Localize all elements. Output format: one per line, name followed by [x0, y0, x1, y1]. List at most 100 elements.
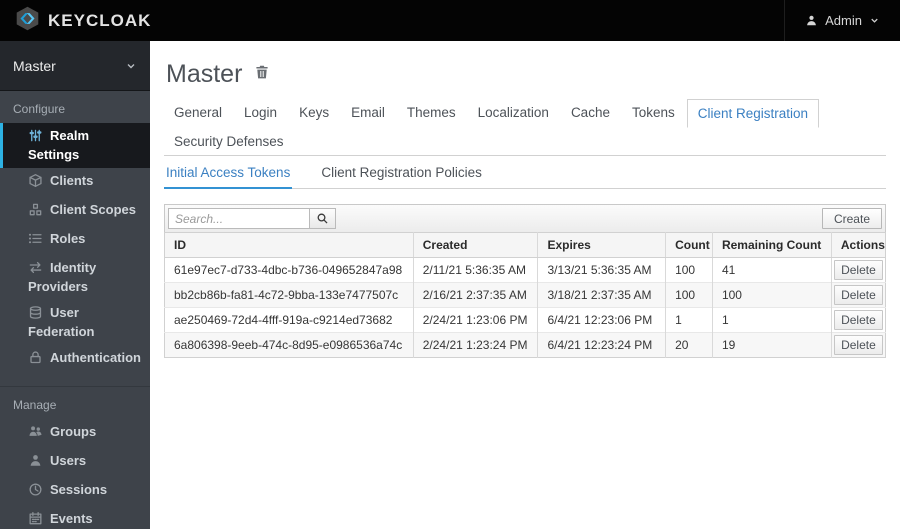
tab-email[interactable]: Email [341, 99, 395, 128]
sidebar-item-label: Sessions [50, 482, 108, 497]
sliders-icon [28, 128, 44, 147]
column-header-actions: Actions [830, 232, 886, 258]
cell-actions: Delete [830, 257, 886, 283]
cell-actions: Delete [830, 332, 886, 358]
sidebar-item-label: Clients [50, 173, 94, 188]
sidebar-item-events[interactable]: Events [0, 506, 150, 529]
tab-security-defenses[interactable]: Security Defenses [164, 128, 294, 155]
cell-expires: 3/13/21 5:36:35 AM [537, 257, 666, 283]
cell-remaining: 100 [711, 282, 832, 308]
search-icon [317, 213, 328, 224]
search-input[interactable] [168, 208, 310, 229]
cell-expires: 3/18/21 2:37:35 AM [537, 282, 666, 308]
cell-count: 100 [665, 282, 713, 308]
sidebar-item-label: Authentication [50, 350, 141, 365]
nav-section-configure: Configure Realm Settings Clients Client Sco… [0, 91, 150, 378]
realm-selector-label: Master [13, 57, 56, 74]
table-row: ae250469-72d4-4fff-919a-c9214ed73682 2/24… [164, 307, 886, 333]
cell-id: 61e97ec7-d733-4dbc-b736-049652847a98 [164, 257, 414, 283]
nav-section-manage: ManageGroupsUsersSessionsEventsImportExp… [0, 386, 150, 529]
cell-count: 100 [665, 257, 713, 283]
table-body: 61e97ec7-d733-4dbc-b736-049652847a98 2/11… [164, 257, 886, 358]
sidebar-item-roles[interactable]: Roles [0, 226, 150, 255]
sidebar-item-realm-settings[interactable]: Realm Settings [0, 123, 150, 168]
realm-selector[interactable]: Master [0, 41, 150, 91]
table-toolbar: Create [164, 204, 886, 233]
sidebar: Master Configure Realm Settings Clients Cli… [0, 41, 150, 529]
cell-remaining: 1 [711, 307, 832, 333]
calendar-icon [28, 511, 44, 529]
keycloak-logo-icon [14, 5, 41, 37]
cell-expires: 6/4/21 12:23:24 PM [537, 332, 666, 358]
admin-user-menu[interactable]: Admin [784, 0, 900, 41]
cell-remaining: 41 [711, 257, 832, 283]
lock-icon [28, 350, 44, 369]
cell-expires: 6/4/21 12:23:06 PM [537, 307, 666, 333]
cell-created: 2/24/21 1:23:24 PM [412, 332, 538, 358]
tab-cache[interactable]: Cache [561, 99, 620, 128]
sidebar-item-sessions[interactable]: Sessions [0, 477, 150, 506]
tab-keys[interactable]: Keys [289, 99, 339, 128]
table-row: bb2cb86b-fa81-4c72-9bba-133e7477507c 2/16… [164, 282, 886, 308]
cell-actions: Delete [830, 282, 886, 308]
sidebar-item-authentication[interactable]: Authentication [0, 345, 150, 374]
tab-localization[interactable]: Localization [468, 99, 559, 128]
list-icon [28, 231, 44, 250]
sidebar-item-clients[interactable]: Clients [0, 168, 150, 197]
chevron-down-icon [871, 18, 878, 23]
sidebar-item-label: Groups [50, 424, 97, 439]
sidebar-item-label: Users [50, 453, 87, 468]
cell-created: 2/16/21 2:37:35 AM [412, 282, 538, 308]
user-icon [28, 453, 44, 472]
group-icon [28, 424, 44, 443]
delete-button[interactable]: Delete [833, 335, 883, 355]
column-header-id: ID [164, 232, 414, 258]
create-button[interactable]: Create [821, 208, 882, 229]
sidebar-item-users[interactable]: Users [0, 448, 150, 477]
keycloak-logo[interactable]: KEYCLOAK [0, 5, 151, 37]
trash-icon[interactable] [254, 64, 270, 85]
sidebar-item-groups[interactable]: Groups [0, 419, 150, 448]
delete-button[interactable]: Delete [833, 310, 883, 330]
cell-id: 6a806398-9eeb-474c-8d95-e0986536a74c [164, 332, 414, 358]
keycloak-admin-console: KEYCLOAK Admin Master Configure Realm Set… [0, 0, 900, 529]
main-content: Master General Login Keys Email Themes Locali… [150, 41, 900, 529]
search-button[interactable] [309, 208, 336, 229]
client-registration-subtabs: Initial Access Tokens Client Registration… [164, 158, 886, 189]
tab-general[interactable]: General [164, 99, 232, 128]
subtab-client-registration-policies[interactable]: Client Registration Policies [319, 158, 484, 189]
sidebar-nav: Configure Realm Settings Clients Client Sco… [0, 91, 150, 529]
cell-created: 2/11/21 5:36:35 AM [412, 257, 538, 283]
column-header-count: Count [665, 232, 713, 258]
tab-tokens[interactable]: Tokens [622, 99, 685, 128]
cell-id: ae250469-72d4-4fff-919a-c9214ed73682 [164, 307, 414, 333]
user-icon [807, 15, 817, 26]
title-row: Master [164, 41, 886, 99]
cube-icon [28, 173, 44, 192]
brand-name: KEYCLOAK [48, 10, 152, 30]
table-row: 6a806398-9eeb-474c-8d95-e0986536a74c 2/24… [164, 332, 886, 358]
cell-id: bb2cb86b-fa81-4c72-9bba-133e7477507c [164, 282, 414, 308]
sidebar-item-user-federation[interactable]: User Federation [0, 300, 150, 345]
sidebar-item-label: Client Scopes [50, 202, 136, 217]
chevron-down-icon [127, 63, 135, 68]
sidebar-item-label: Events [50, 511, 93, 526]
cell-created: 2/24/21 1:23:06 PM [412, 307, 538, 333]
tab-login[interactable]: Login [234, 99, 287, 128]
tab-themes[interactable]: Themes [397, 99, 466, 128]
sidebar-item-identity-providers[interactable]: Identity Providers [0, 255, 150, 300]
clock-icon [28, 482, 44, 501]
cell-actions: Delete [830, 307, 886, 333]
column-header-expires: Expires [537, 232, 666, 258]
exchange-icon [28, 260, 44, 279]
tab-client-registration[interactable]: Client Registration [686, 99, 820, 128]
delete-button[interactable]: Delete [833, 260, 883, 280]
delete-button[interactable]: Delete [833, 285, 883, 305]
table-header-row: ID Created Expires Count Remaining Count Acti… [164, 232, 886, 258]
page-title: Master [166, 60, 243, 88]
cell-count: 20 [665, 332, 713, 358]
database-icon [28, 305, 44, 324]
sidebar-item-client-scopes[interactable]: Client Scopes [0, 197, 150, 226]
initial-access-tokens-table: ID Created Expires Count Remaining Count Acti… [164, 232, 886, 358]
subtab-initial-access-tokens[interactable]: Initial Access Tokens [164, 158, 293, 189]
